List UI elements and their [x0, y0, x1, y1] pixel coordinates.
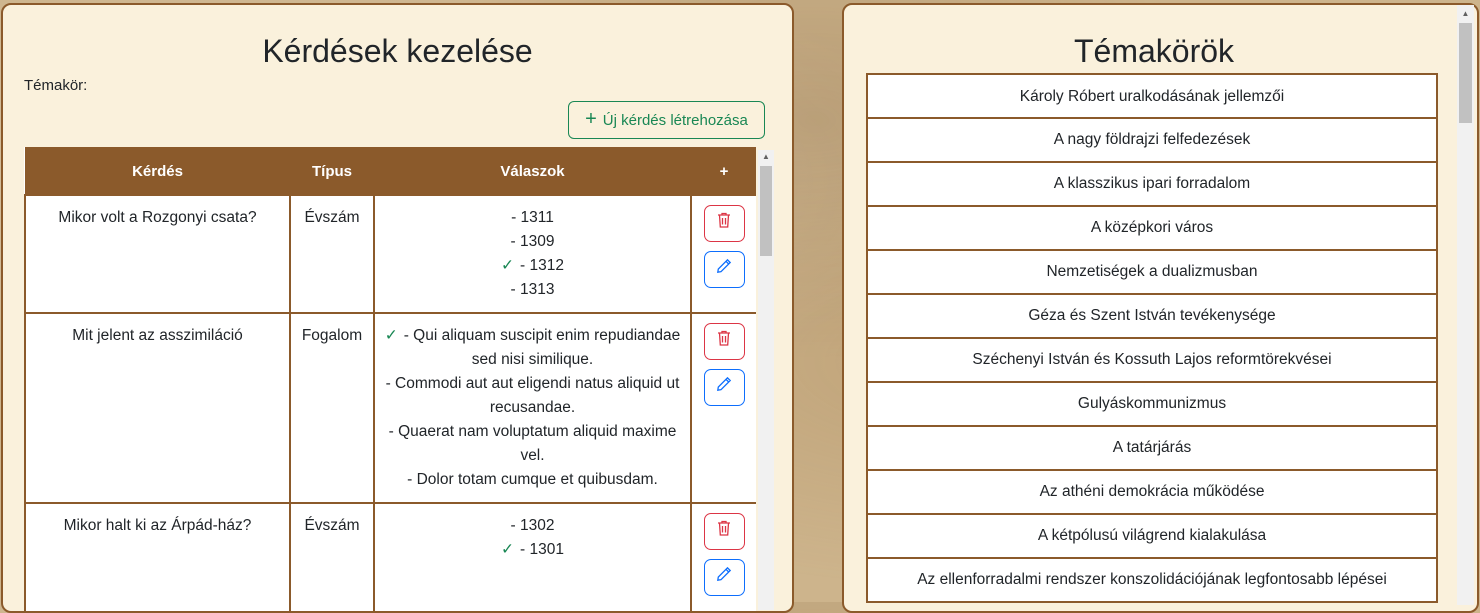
actions-cell: [690, 502, 756, 611]
table-header-row: Kérdés Típus Válaszok +: [24, 147, 756, 196]
plus-icon: +: [585, 108, 597, 130]
answer-text: - 1302: [510, 517, 555, 534]
answer-item: ✓ - 1301: [381, 538, 684, 562]
type-cell: Évszám: [289, 502, 375, 611]
new-question-button[interactable]: + Új kérdés létrehozása: [568, 101, 765, 139]
type-cell: Évszám: [289, 194, 375, 314]
scrollbar-thumb[interactable]: [760, 166, 772, 256]
topic-item[interactable]: Géza és Szent István tevékenysége: [866, 295, 1438, 339]
answer-item: - 1311: [381, 206, 684, 230]
topic-item[interactable]: A tatárjárás: [866, 427, 1438, 471]
answer-item: ✓ - 1312: [381, 254, 684, 278]
table-row: Mit jelent az asszimiláció Fogalom ✓ - Qui …: [24, 312, 756, 504]
edit-button[interactable]: [703, 369, 745, 406]
topic-item[interactable]: Nemzetiségek a dualizmusban: [866, 251, 1438, 295]
answer-text: - Dolor totam cumque et quibusdam.: [407, 471, 658, 488]
delete-button[interactable]: [703, 513, 745, 550]
answer-item: - 1302: [381, 514, 684, 538]
answer-text: - 1313: [510, 281, 555, 298]
edit-button[interactable]: [703, 251, 745, 288]
trash-icon: [716, 329, 732, 355]
topics-panel: Témakörök Károly Róbert uralkodásának je…: [842, 3, 1479, 613]
column-header-answers[interactable]: Válaszok: [373, 147, 692, 196]
check-icon: ✓: [384, 327, 398, 344]
answers-cell: - 1302 ✓ - 1301: [373, 502, 692, 611]
delete-button[interactable]: [703, 323, 745, 360]
trash-icon: [716, 211, 732, 237]
actions-cell: [690, 194, 756, 314]
answer-item: - Dolor totam cumque et quibusdam.: [381, 468, 684, 492]
answer-item: - Commodi aut aut eligendi natus aliquid…: [381, 372, 684, 420]
answer-text: - 1301: [520, 541, 564, 558]
delete-button[interactable]: [703, 205, 745, 242]
topic-item[interactable]: Az ellenforradalmi rendszer konszolidáci…: [866, 559, 1438, 603]
answer-text: - Commodi aut aut eligendi natus aliquid…: [385, 375, 680, 416]
pencil-icon: [716, 566, 732, 590]
pencil-icon: [716, 258, 732, 282]
answer-item: - 1313: [381, 278, 684, 302]
actions-cell: [690, 312, 756, 504]
questions-panel: Kérdések kezelése Témakör: + Új kérdés l…: [1, 3, 794, 613]
check-icon: ✓: [501, 257, 515, 274]
topic-item[interactable]: A középkori város: [866, 207, 1438, 251]
topic-item[interactable]: A nagy földrajzi felfedezések: [866, 119, 1438, 163]
answer-text: - 1312: [520, 257, 564, 274]
topics-title: Témakörök: [1073, 33, 1235, 69]
page-title: Kérdések kezelése: [262, 33, 533, 69]
question-cell: Mit jelent az asszimiláció: [24, 312, 291, 504]
table-row: Mikor volt a Rozgonyi csata? Évszám - 1311…: [24, 194, 756, 314]
answers-cell: - 1311 - 1309 ✓ - 1312 - 1313: [373, 194, 692, 314]
edit-button[interactable]: [703, 559, 745, 596]
table-row: Mikor halt ki az Árpád-ház? Évszám - 1302 ✓…: [24, 502, 756, 611]
check-icon: ✓: [501, 541, 515, 558]
question-cell: Mikor halt ki az Árpád-ház?: [24, 502, 291, 611]
answer-item: - 1309: [381, 230, 684, 254]
answer-text: - 1311: [511, 209, 554, 226]
answer-text: - Qui aliquam suscipit enim repudiandae …: [403, 327, 681, 368]
answer-item: - Quaerat nam voluptatum aliquid maxime …: [381, 420, 684, 468]
topic-item[interactable]: Gulyáskommunizmus: [866, 383, 1438, 427]
scroll-up-arrow[interactable]: ▲: [758, 150, 774, 164]
topics-list: Károly Róbert uralkodásának jellemzői A n…: [866, 73, 1438, 603]
topic-label: Témakör:: [24, 77, 88, 94]
table-scrollbar[interactable]: ▲: [758, 150, 774, 610]
answers-cell: ✓ - Qui aliquam suscipit enim repudiandae…: [373, 312, 692, 504]
trash-icon: [716, 519, 732, 545]
answer-text: - 1309: [510, 233, 555, 250]
answer-text: - Quaerat nam voluptatum aliquid maxime …: [388, 423, 677, 464]
answer-item: ✓ - Qui aliquam suscipit enim repudiandae…: [381, 324, 684, 372]
pencil-icon: [716, 376, 732, 400]
scroll-up-arrow[interactable]: ▲: [1457, 7, 1474, 21]
column-header-add[interactable]: +: [690, 147, 756, 196]
question-cell: Mikor volt a Rozgonyi csata?: [24, 194, 291, 314]
topic-item[interactable]: Széchenyi István és Kossuth Lajos reform…: [866, 339, 1438, 383]
column-header-question[interactable]: Kérdés: [24, 147, 291, 196]
topic-item[interactable]: Károly Róbert uralkodásának jellemzői: [866, 73, 1438, 119]
topic-item[interactable]: A kétpólusú világrend kialakulása: [866, 515, 1438, 559]
topic-item[interactable]: A klasszikus ipari forradalom: [866, 163, 1438, 207]
new-question-label: Új kérdés létrehozása: [602, 111, 748, 129]
page-scrollbar[interactable]: ▲: [1457, 5, 1474, 605]
topic-item[interactable]: Az athéni demokrácia működése: [866, 471, 1438, 515]
column-header-type[interactable]: Típus: [289, 147, 375, 196]
scrollbar-thumb[interactable]: [1459, 23, 1472, 123]
type-cell: Fogalom: [289, 312, 375, 504]
questions-table: Kérdés Típus Válaszok + Mikor volt a Roz…: [24, 147, 756, 611]
